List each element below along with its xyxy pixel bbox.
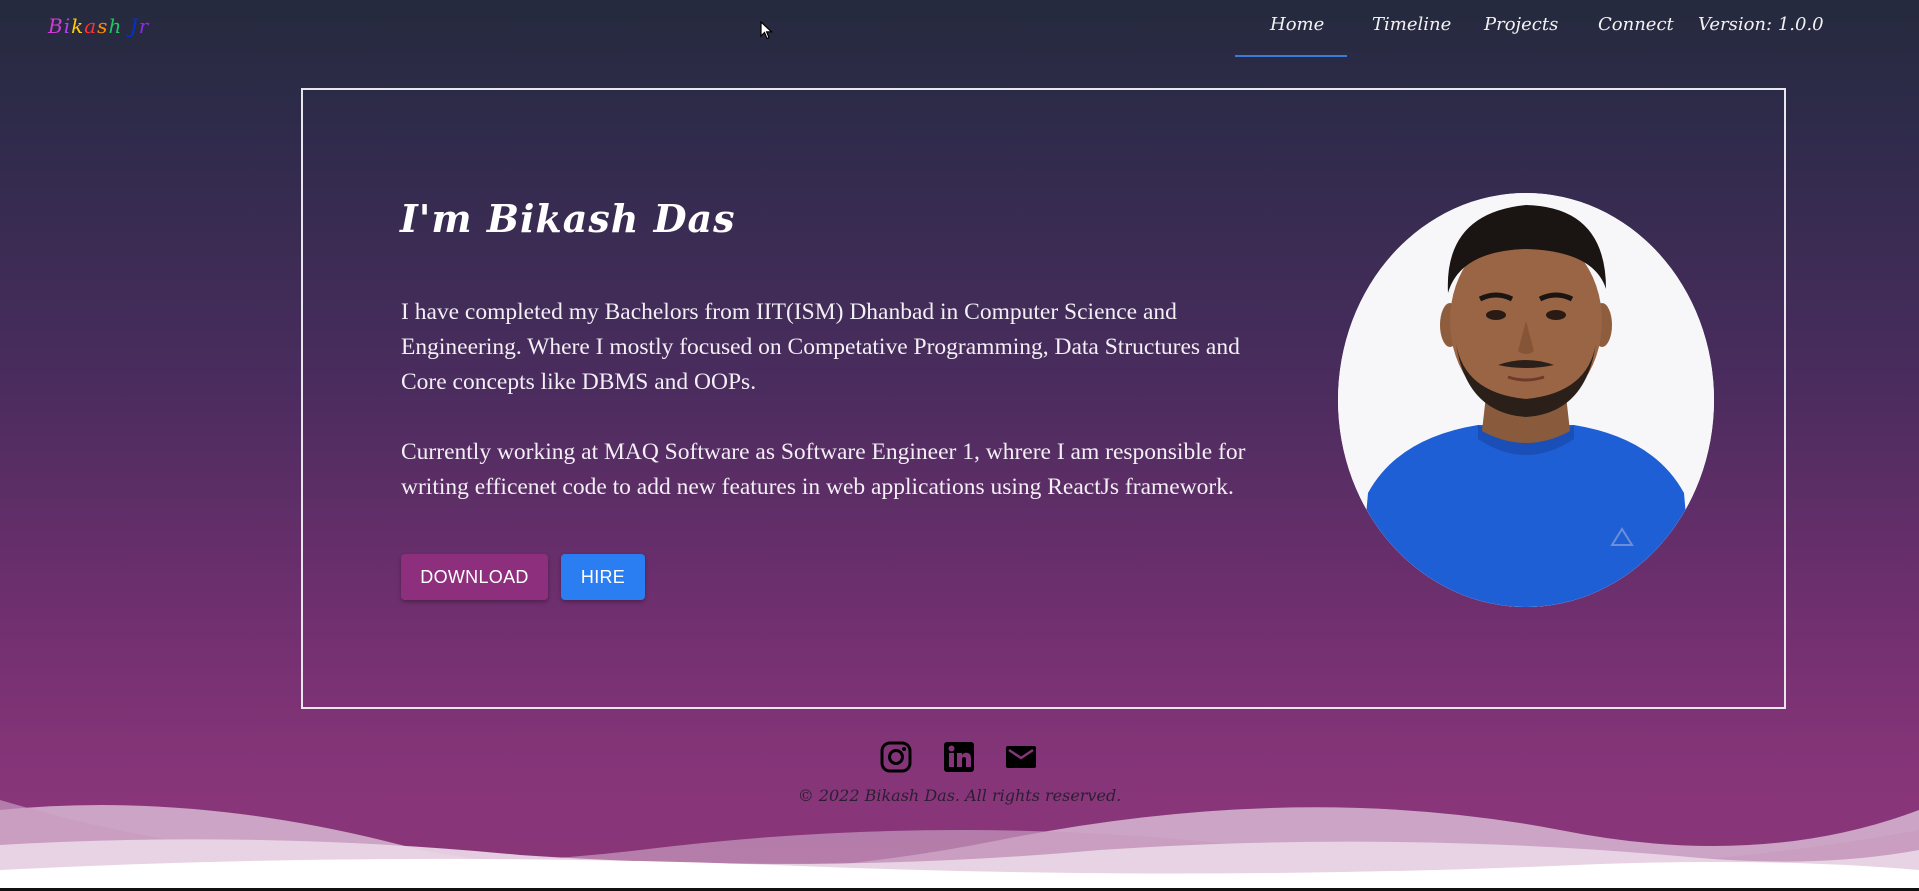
instagram-icon[interactable]: [879, 740, 913, 774]
profile-photo: [1338, 193, 1714, 607]
copyright-text: © 2022 Bikash Das. All rights reserved.: [797, 786, 1122, 805]
nav-projects[interactable]: Projects: [1484, 14, 1558, 35]
logo-letter: r: [138, 14, 150, 38]
nav-home[interactable]: Home: [1270, 14, 1324, 35]
nav-connect[interactable]: Connect: [1598, 14, 1674, 35]
logo-letter: [122, 14, 129, 38]
logo-letter: h: [108, 14, 123, 38]
logo-letter: B: [48, 14, 64, 38]
logo-letter: s: [97, 14, 109, 38]
hire-button[interactable]: HIRE: [561, 554, 645, 600]
version-label: Version: 1.0.0: [1698, 14, 1824, 35]
site-logo[interactable]: Bikash Jr: [48, 14, 149, 38]
top-nav-bar: Bikash Jr Home Timeline Projects Connect…: [0, 0, 1919, 60]
mouse-cursor-icon: [760, 21, 774, 40]
logo-letter: a: [84, 14, 98, 38]
hero-title: I'm Bikash Das: [400, 196, 736, 241]
logo-letter: k: [71, 14, 85, 38]
hero-paragraph-work: Currently working at MAQ Software as Sof…: [401, 439, 1246, 500]
active-tab-indicator: [1235, 55, 1347, 57]
hero-paragraph-education: I have completed my Bachelors from IIT(I…: [401, 299, 1240, 395]
mail-icon[interactable]: [1004, 740, 1038, 774]
nav-timeline[interactable]: Timeline: [1372, 14, 1451, 35]
download-button[interactable]: DOWNLOAD: [401, 554, 548, 600]
logo-letter: J: [129, 14, 139, 38]
logo-letter: i: [63, 14, 72, 38]
linkedin-icon[interactable]: [942, 740, 976, 774]
